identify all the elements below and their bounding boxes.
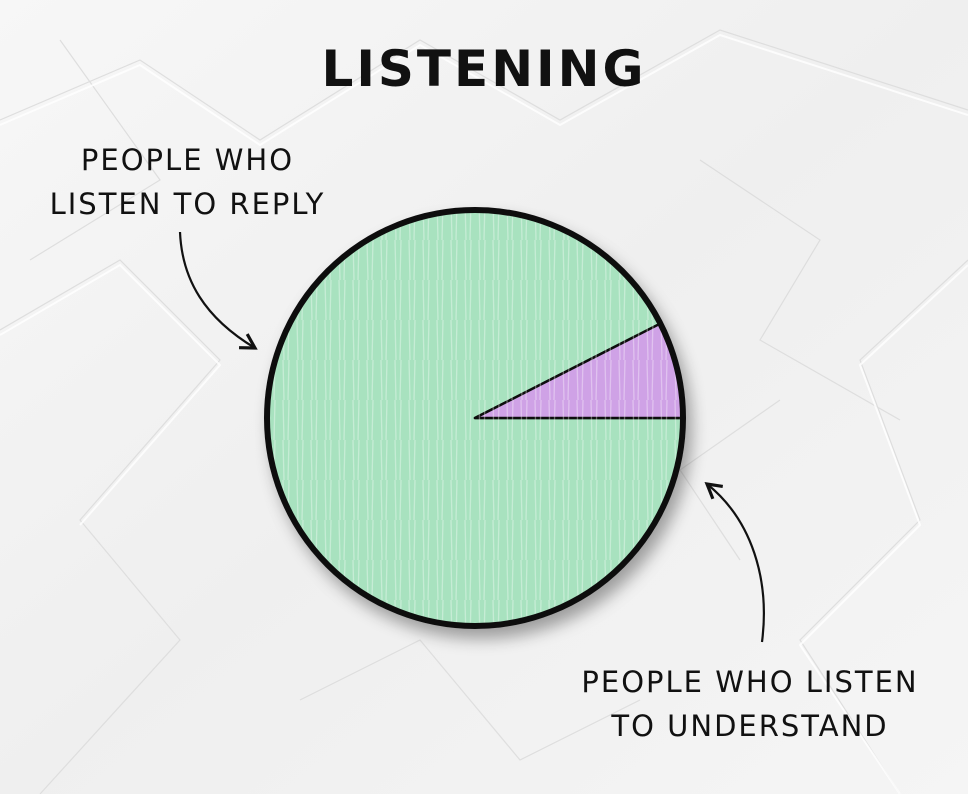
pie-group: [264, 207, 686, 629]
pie-crayon-texture: [270, 213, 680, 623]
pie-chart: [178, 207, 765, 643]
arrow-to-reply-slice: [178, 231, 258, 350]
arrow-to-understand-slice: [704, 482, 765, 643]
